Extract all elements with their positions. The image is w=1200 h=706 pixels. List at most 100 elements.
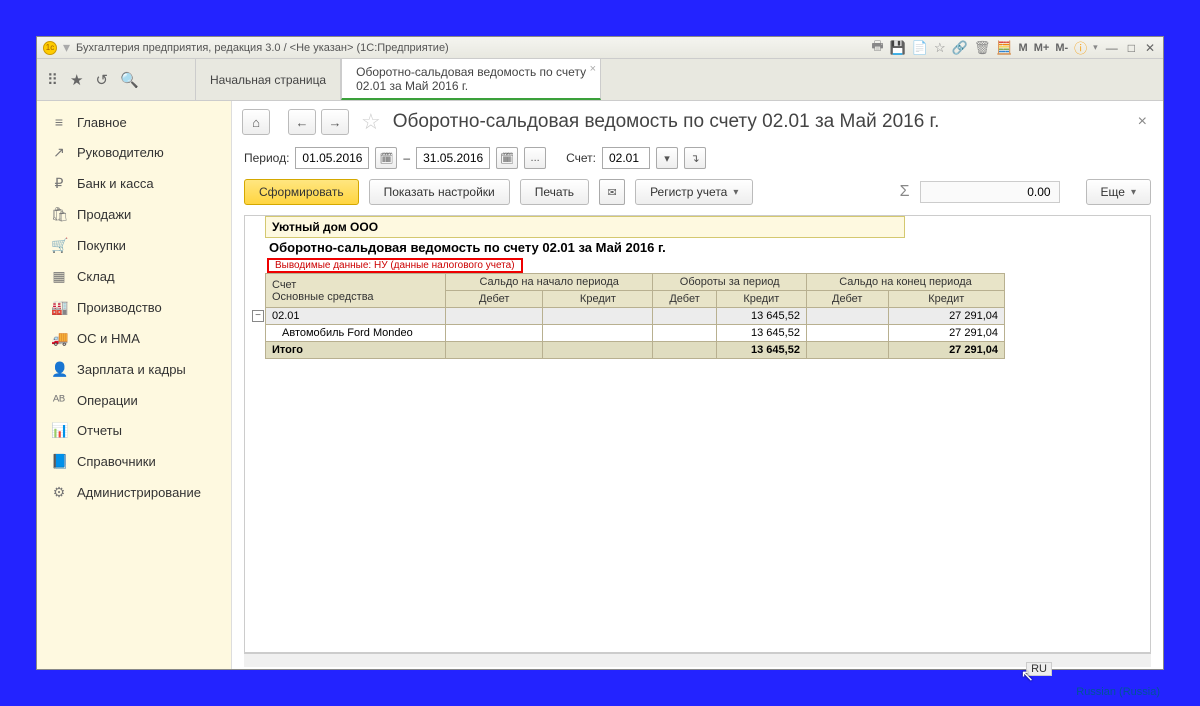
title-bar: 1c ▾ Бухгалтерия предприятия, редакция 3…	[37, 37, 1163, 59]
cell	[653, 342, 716, 359]
tab-close-icon[interactable]: ×	[590, 63, 596, 75]
sidebar-item-6[interactable]: 🏭Производство	[37, 292, 231, 323]
tb-print-icon[interactable]: 🖶	[871, 37, 883, 59]
sidebar-item-12[interactable]: ⚙Администрирование	[37, 477, 231, 508]
tab-report[interactable]: Оборотно-сальдовая ведомость по счету 02…	[341, 59, 601, 100]
sidebar-icon: 👤	[51, 361, 67, 378]
tb-help-drop-icon[interactable]: ▾	[1093, 42, 1098, 53]
sidebar: ≡Главное ↗ Руководителю ₽Банк и касса🛍Прода…	[37, 101, 232, 669]
period-dash: –	[403, 151, 410, 165]
h-scrollbar[interactable]	[244, 653, 1151, 667]
maximize-button[interactable]: □	[1126, 41, 1137, 55]
apps-icon[interactable]: ⠿	[47, 71, 58, 89]
sidebar-label: Зарплата и кадры	[77, 362, 186, 377]
sidebar-item-5[interactable]: ▦ Склад	[37, 261, 231, 292]
date-from-cal-icon[interactable]: 🗓	[375, 147, 397, 169]
sidebar-item-9[interactable]: ᴬᴮ Операции	[37, 385, 231, 415]
sidebar-icon: 📊	[51, 422, 67, 439]
sidebar-item-2[interactable]: ₽Банк и касса	[37, 168, 231, 199]
row-asset[interactable]: Автомобиль Ford Mondeo 13 645,52 27 291,…	[266, 325, 1005, 342]
sidebar-label: Операции	[77, 393, 138, 408]
sidebar-label: Администрирование	[77, 485, 201, 500]
cell: 27 291,04	[888, 308, 1004, 325]
tb-star-icon[interactable]: ☆	[934, 40, 946, 56]
sidebar-label: Руководителю	[77, 145, 164, 160]
sidebar-item-3[interactable]: 🛍Продажи	[37, 199, 231, 230]
favorite-star-icon[interactable]: ☆	[361, 109, 381, 135]
date-from-input[interactable]	[295, 147, 369, 169]
cell: Итого	[266, 342, 446, 359]
page-title: Оборотно-сальдовая ведомость по счету 02…	[393, 111, 940, 133]
back-button[interactable]: ←	[288, 109, 316, 135]
sidebar-icon: ᴬᴮ	[51, 392, 67, 408]
th-ec: Кредит	[888, 291, 1004, 308]
sidebar-label: Справочники	[77, 454, 156, 469]
date-to-cal-icon[interactable]: 🗓	[496, 147, 518, 169]
forward-button[interactable]: →	[321, 109, 349, 135]
m-minus-button[interactable]: M-	[1055, 42, 1068, 54]
report-table: Счет Основные средства Сальдо на начало …	[265, 273, 1005, 359]
account-input[interactable]	[602, 147, 650, 169]
expand-icon[interactable]: −	[252, 310, 264, 322]
tb-save-icon[interactable]: 💾	[890, 40, 906, 56]
tb-doc-icon[interactable]: 📄	[912, 40, 928, 56]
home-button[interactable]: ⌂	[242, 109, 270, 135]
row-account[interactable]: −02.01 13 645,52 27 291,04	[266, 308, 1005, 325]
tb-calc-icon[interactable]: 🧮	[996, 40, 1012, 56]
tb-link-icon[interactable]: 🔗	[952, 40, 968, 56]
m-button[interactable]: M	[1019, 42, 1028, 54]
sum-display: 0.00	[920, 181, 1060, 203]
period-label: Период:	[244, 151, 289, 165]
th-tc: Кредит	[716, 291, 806, 308]
sidebar-label: Склад	[77, 269, 115, 284]
sidebar-item-0[interactable]: ≡Главное	[37, 107, 231, 137]
history-icon[interactable]: ↺	[95, 71, 108, 89]
register-button[interactable]: Регистр учета	[635, 179, 753, 205]
page-close-icon[interactable]: ×	[1138, 113, 1153, 131]
tb-help-icon[interactable]: ⓘ	[1074, 38, 1087, 57]
date-to-input[interactable]	[416, 147, 490, 169]
print-button[interactable]: Печать	[520, 179, 589, 205]
report-area: Уютный дом ООО Оборотно-сальдовая ведомо…	[244, 215, 1151, 653]
minimize-button[interactable]: —	[1104, 41, 1120, 55]
sidebar-icon: ↗	[51, 144, 67, 161]
cell	[543, 308, 653, 325]
cell	[446, 342, 543, 359]
account-drop-icon[interactable]: ▾	[656, 147, 678, 169]
account-open-icon[interactable]: ↴	[684, 147, 706, 169]
tab-start[interactable]: Начальная страница	[195, 59, 341, 100]
sidebar-item-8[interactable]: 👤 Зарплата и кадры	[37, 354, 231, 385]
sidebar-item-10[interactable]: 📊Отчеты	[37, 415, 231, 446]
sidebar-item-11[interactable]: 📘Справочники	[37, 446, 231, 477]
settings-button[interactable]: Показать настройки	[369, 179, 510, 205]
app-icon: 1c	[43, 41, 57, 55]
sidebar-icon: ▦	[51, 268, 67, 285]
cell	[543, 342, 653, 359]
more-button[interactable]: Еще	[1086, 179, 1151, 205]
email-icon[interactable]: ✉	[599, 179, 625, 205]
th-account: Счет	[272, 279, 439, 291]
cell	[806, 342, 888, 359]
th-sd: Дебет	[446, 291, 543, 308]
cell	[806, 325, 888, 342]
cell	[653, 308, 716, 325]
th-ed: Дебет	[806, 291, 888, 308]
cell: 27 291,04	[888, 342, 1004, 359]
form-button[interactable]: Сформировать	[244, 179, 359, 205]
sidebar-label: Покупки	[77, 238, 126, 253]
search-icon[interactable]: 🔍	[120, 71, 139, 89]
sidebar-item-4[interactable]: 🛒Покупки	[37, 230, 231, 261]
m-plus-button[interactable]: M+	[1034, 42, 1050, 54]
tab-bar: ⠿ ★ ↺ 🔍 Начальная страница Оборотно-саль…	[37, 59, 1163, 101]
period-dots-button[interactable]: ...	[524, 147, 546, 169]
sidebar-label: Главное	[77, 115, 127, 130]
sidebar-item-7[interactable]: 🚚ОС и НМА	[37, 323, 231, 354]
tb-trash-icon[interactable]: 🗑	[974, 40, 991, 56]
tab-start-label: Начальная страница	[210, 73, 326, 87]
tab-report-label1: Оборотно-сальдовая ведомость по счету	[356, 65, 586, 79]
fav-star-icon[interactable]: ★	[70, 71, 83, 89]
nav-back-icon[interactable]: ▾	[63, 39, 70, 56]
sidebar-item-1[interactable]: ↗ Руководителю	[37, 137, 231, 168]
close-button[interactable]: ✕	[1143, 41, 1157, 55]
sidebar-icon: 🚚	[51, 330, 67, 347]
